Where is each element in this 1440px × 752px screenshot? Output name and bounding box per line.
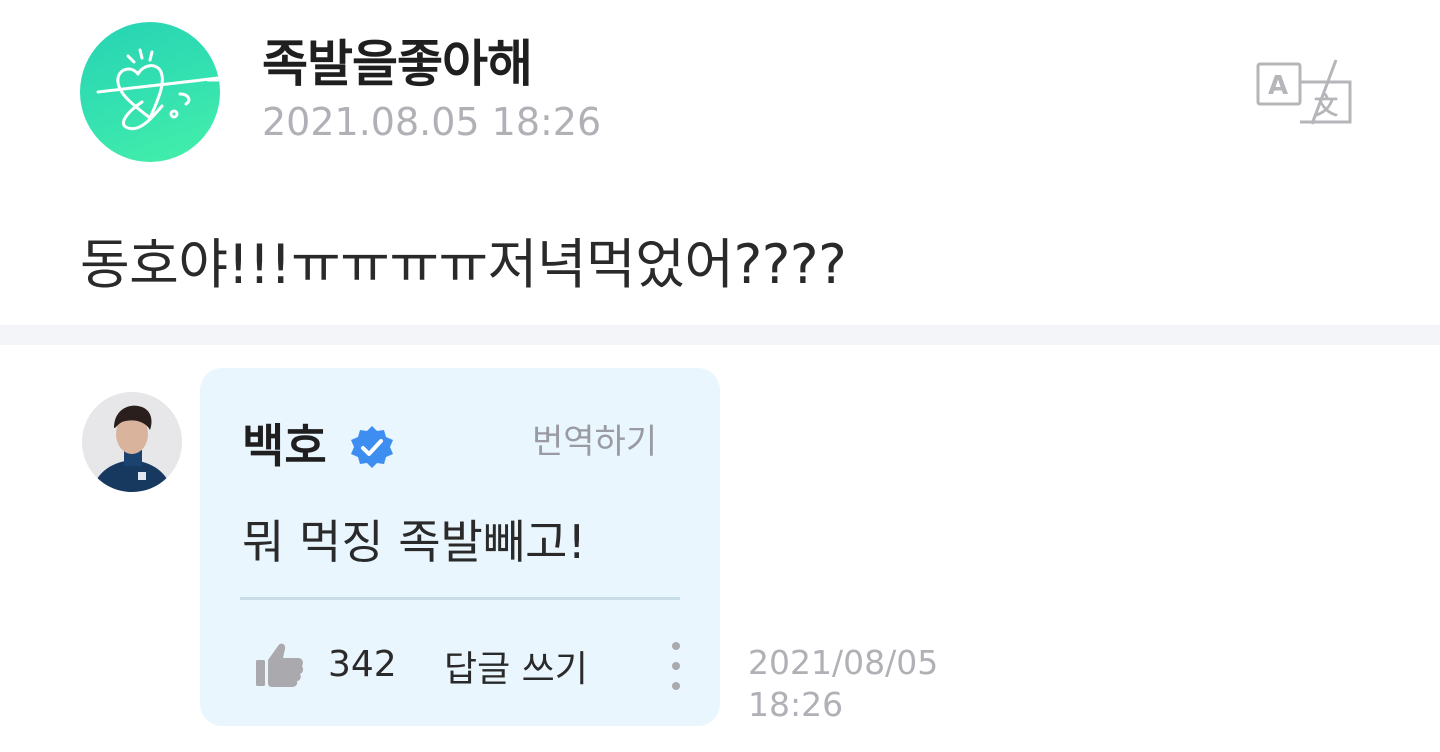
svg-text:文: 文: [1314, 92, 1339, 120]
commenter-avatar[interactable]: [82, 392, 182, 492]
post-author-name[interactable]: 족발을좋아해: [262, 24, 533, 96]
author-avatar[interactable]: [80, 22, 220, 162]
svg-text:A: A: [1268, 71, 1288, 101]
thumbs-up-icon[interactable]: [254, 638, 306, 690]
post-body-text: 동호야!!!ㅠㅠㅠㅠ저녁먹었어????: [80, 233, 847, 296]
comment-text: 뭐 먹징 족발빼고!: [242, 515, 586, 569]
translate-link[interactable]: 번역하기: [532, 414, 657, 463]
post-page: 족발을좋아해 2021.08.05 18:26 A 文 동호야!!!ㅠㅠㅠㅠ저녁…: [0, 0, 1440, 752]
post-date: 2021.08.05 18:26: [262, 100, 602, 144]
section-divider: [0, 325, 1440, 345]
like-count: 342: [328, 644, 397, 685]
heart-doodle-icon: [96, 48, 220, 131]
translate-icon[interactable]: A 文: [1254, 56, 1358, 130]
comment-date-time: 18:26: [748, 685, 844, 724]
verified-badge-icon: [348, 424, 396, 472]
comment-date-day: 2021/08/05: [748, 643, 939, 682]
commenter-name[interactable]: 백호: [242, 410, 327, 476]
more-vertical-icon[interactable]: [664, 638, 688, 694]
reply-button[interactable]: 답글 쓰기: [444, 640, 588, 692]
comment-date: 2021/08/05 18:26: [748, 642, 968, 726]
comment-separator: [240, 597, 680, 600]
person-photo-icon: [82, 392, 182, 492]
